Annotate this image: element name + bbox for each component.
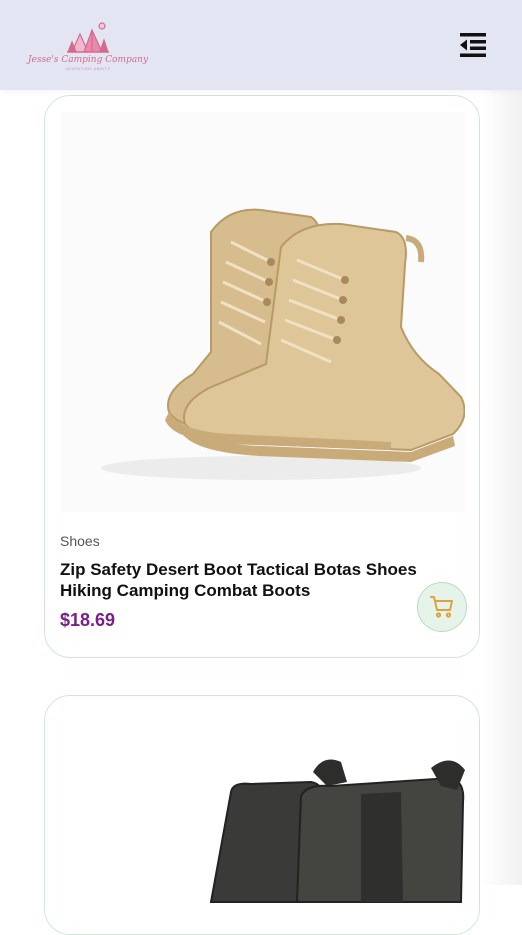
add-to-cart-button[interactable]	[417, 582, 467, 632]
site-header: Jesse's Camping Company ADVENTURE AWAITS	[0, 0, 522, 90]
desert-boots-image	[101, 208, 466, 480]
menu-collapse-icon	[460, 33, 486, 57]
product-title[interactable]: Zip Safety Desert Boot Tactical Botas Sh…	[60, 559, 440, 601]
site-logo[interactable]: Jesse's Camping Company ADVENTURE AWAITS	[28, 13, 148, 77]
product-card[interactable]: Shoes Zip Safety Desert Boot Tactical Bo…	[44, 95, 480, 658]
product-image[interactable]	[61, 712, 465, 934]
shopping-cart-icon	[430, 596, 453, 618]
product-category[interactable]: Shoes	[60, 533, 100, 549]
campsite-logo-icon	[67, 21, 109, 53]
menu-button[interactable]	[458, 30, 488, 60]
page-edge-shade	[482, 90, 522, 885]
logo-text: Jesse's Camping Company	[27, 54, 149, 65]
product-card[interactable]	[44, 695, 480, 935]
black-boots-image	[209, 759, 465, 903]
product-image[interactable]	[61, 112, 466, 512]
logo-tagline: ADVENTURE AWAITS	[65, 66, 111, 71]
product-price: $18.69	[60, 610, 116, 630]
